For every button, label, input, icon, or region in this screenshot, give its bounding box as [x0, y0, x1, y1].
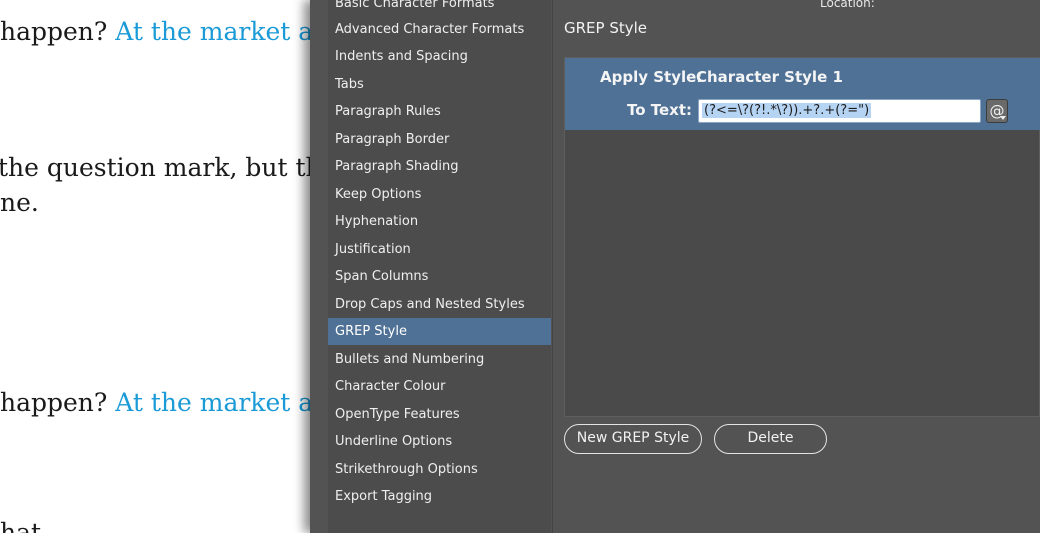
- sidebar-item-strikethrough-options[interactable]: Strikethrough Options: [328, 456, 551, 483]
- text-run: happen?: [0, 17, 116, 46]
- text-run: ne.: [0, 188, 39, 217]
- location-label: Location:: [820, 0, 875, 10]
- text-run: the question mark, but the: [0, 153, 330, 182]
- sidebar-item-keep-options[interactable]: Keep Options: [328, 181, 551, 208]
- highlighted-text-run: At the market at 5:0: [115, 17, 330, 46]
- paragraph-style-options-dialog: Basic Character Formats Advanced Charact…: [310, 0, 1040, 533]
- sidebar-item-tabs[interactable]: Tabs: [328, 71, 551, 98]
- sidebar-item-drop-caps-and-nested-styles[interactable]: Drop Caps and Nested Styles: [328, 291, 551, 318]
- apply-style-label: Apply Style:: [600, 68, 703, 86]
- new-grep-style-button[interactable]: New GREP Style: [564, 424, 702, 454]
- sidebar-divider: [552, 0, 553, 533]
- highlighted-text-run: At the market at 5:0: [115, 388, 330, 417]
- options-sidebar: Basic Character Formats Advanced Charact…: [328, 0, 551, 533]
- sidebar-item-bullets-and-numbering[interactable]: Bullets and Numbering: [328, 346, 551, 373]
- dropdown-caret-icon: [1000, 116, 1006, 120]
- sidebar-item-character-colour[interactable]: Character Colour: [328, 373, 551, 400]
- document-text-line: happen? At the market at 5:0: [0, 17, 330, 46]
- document-text-line: happen? At the market at 5:0: [0, 388, 330, 417]
- document-text-line: hat: [0, 518, 41, 533]
- document-text-line: ne.: [0, 188, 39, 217]
- sidebar-item-justification[interactable]: Justification: [328, 236, 551, 263]
- document-text-line: the question mark, but the: [0, 153, 330, 182]
- sidebar-item-underline-options[interactable]: Underline Options: [328, 428, 551, 455]
- sidebar-item-paragraph-shading[interactable]: Paragraph Shading: [328, 153, 551, 180]
- grep-rule-row[interactable]: Apply Style: Character Style 1 To Text: …: [565, 58, 1040, 130]
- sidebar-item-span-columns[interactable]: Span Columns: [328, 263, 551, 290]
- section-title: GREP Style: [564, 19, 648, 37]
- document-page: happen? At the market at 5:0 the questio…: [0, 0, 330, 533]
- sidebar-item-grep-style[interactable]: GREP Style: [328, 318, 551, 345]
- sidebar-item-export-tagging[interactable]: Export Tagging: [328, 483, 551, 510]
- sidebar-item-opentype-features[interactable]: OpenType Features: [328, 401, 551, 428]
- delete-button[interactable]: Delete: [714, 424, 827, 454]
- to-text-label: To Text:: [627, 101, 693, 119]
- apply-style-value[interactable]: Character Style 1: [696, 68, 843, 86]
- grep-rules-list: Apply Style: Character Style 1 To Text: …: [564, 57, 1040, 417]
- special-characters-button[interactable]: @: [986, 99, 1008, 123]
- text-run: happen?: [0, 388, 116, 417]
- grep-expression-text: (?<=\?(?!.*\?)).+?.+(?="): [702, 103, 872, 118]
- sidebar-item-hyphenation[interactable]: Hyphenation: [328, 208, 551, 235]
- sidebar-item-paragraph-rules[interactable]: Paragraph Rules: [328, 98, 551, 125]
- grep-expression-input[interactable]: (?<=\?(?!.*\?)).+?.+(?="): [698, 99, 981, 123]
- sidebar-item-advanced-character-formats[interactable]: Advanced Character Formats: [328, 16, 551, 43]
- sidebar-item-indents-and-spacing[interactable]: Indents and Spacing: [328, 43, 551, 70]
- text-run: hat: [0, 518, 42, 533]
- sidebar-item-basic-character-formats[interactable]: Basic Character Formats: [328, 0, 551, 17]
- sidebar-item-paragraph-border[interactable]: Paragraph Border: [328, 126, 551, 153]
